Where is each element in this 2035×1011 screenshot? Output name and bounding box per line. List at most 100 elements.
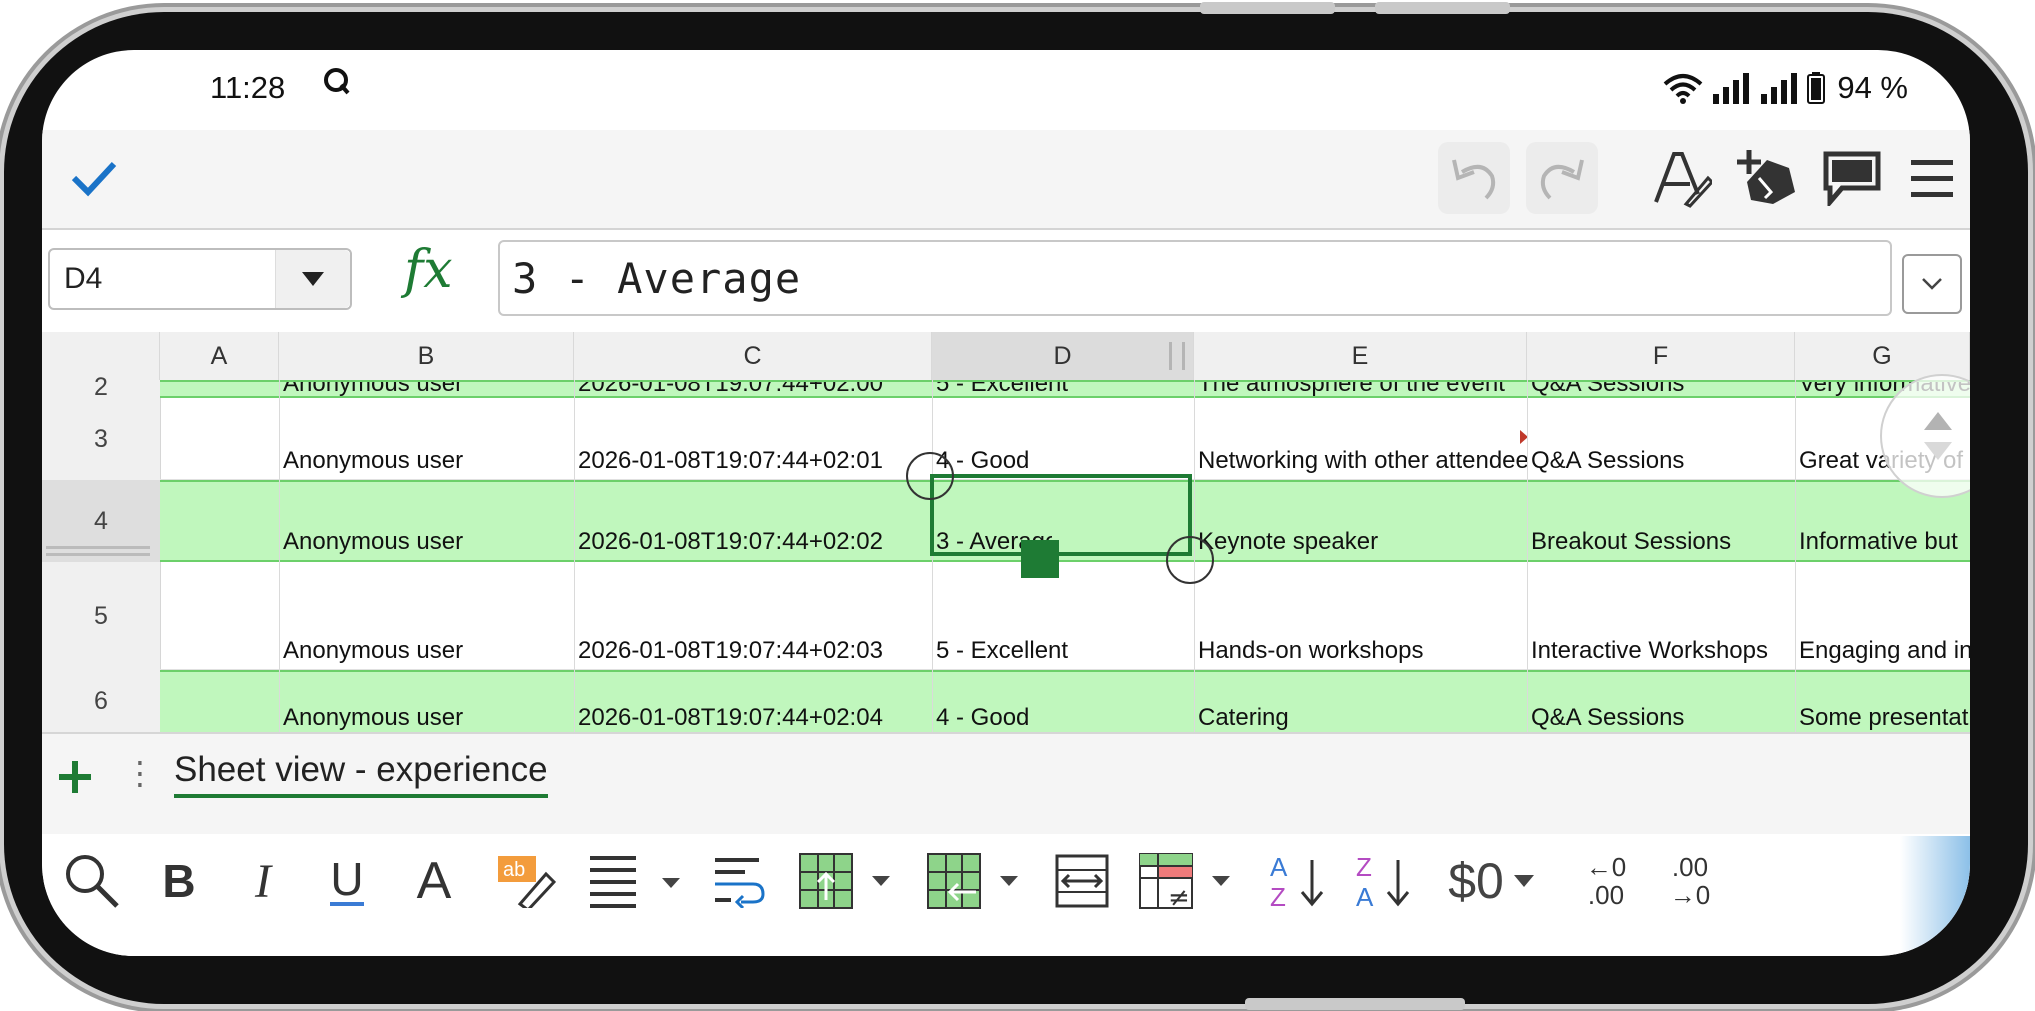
cell-f3[interactable]: Q&A Sessions [1527,447,1795,475]
sort-ascending-button[interactable]: A Z [1268,846,1332,916]
decrease-decimal-button[interactable]: ←0 .00 [1576,846,1636,916]
screen: 11:28 94 % D4 fx 3 - Average A B C D E F… [42,50,1970,956]
cell-c3[interactable]: 2026-01-08T19:07:44+02:01 [574,447,932,475]
sort-za-bottom-letter: A [1356,882,1374,912]
redo-button[interactable] [1526,142,1598,214]
column-header-b[interactable]: B [279,332,574,380]
increase-decimal-top: .00 [1671,852,1709,882]
cell-e6[interactable]: Catering [1194,704,1527,732]
comment-button[interactable] [1816,142,1888,214]
find-button[interactable] [60,846,124,916]
cell-d2[interactable]: 5 - Excellent [932,382,1194,396]
text-edit-button[interactable] [1646,142,1718,214]
insert-row-button[interactable] [798,846,894,916]
underline-button[interactable]: U [322,846,372,916]
table-row-2: Anonymous user 2026-01-08T19:07:44+02:00… [160,380,1970,398]
cell-g6[interactable]: Some presentati [1795,704,1970,732]
conditional-format-button[interactable]: ≠ [1138,846,1234,916]
column-header-d[interactable]: D [932,332,1194,380]
cell-f6[interactable]: Q&A Sessions [1527,704,1795,732]
cell-e4[interactable]: Keynote speaker [1194,528,1527,556]
cell-g4[interactable]: Informative but [1795,528,1970,556]
cell-b6[interactable]: Anonymous user [279,704,574,732]
gridline [1527,380,1528,732]
wrap-text-button[interactable] [712,846,770,916]
cell-c2[interactable]: 2026-01-08T19:07:44+02:00 [574,382,932,396]
selection-handle-start[interactable] [906,452,954,500]
formula-input[interactable]: 3 - Average [498,240,1892,316]
highlight-button[interactable]: ab [494,846,558,916]
cell-b2[interactable]: Anonymous user [279,382,574,396]
cell-b5[interactable]: Anonymous user [279,637,574,665]
cell-c6[interactable]: 2026-01-08T19:07:44+02:04 [574,704,932,732]
cell-c4[interactable]: 2026-01-08T19:07:44+02:02 [574,528,932,556]
undo-button[interactable] [1438,142,1510,214]
wrap-text-icon [715,858,765,908]
fill-handle[interactable] [1021,540,1059,578]
plus-icon [59,761,91,793]
insert-column-button[interactable] [926,846,1022,916]
sort-za-top-letter: Z [1356,852,1372,882]
column-header-e[interactable]: E [1194,332,1527,380]
cell-e3[interactable]: Networking with other attendees [1194,447,1527,475]
caret-down-icon [302,272,324,286]
number-format-button[interactable]: $0 [1442,846,1542,916]
increase-decimal-button[interactable]: .00 →0 [1660,846,1720,916]
formula-value: 3 - Average [512,254,802,303]
add-sheet-button[interactable] [50,752,100,802]
name-box-dropdown[interactable] [275,250,350,308]
sheet-options-icon[interactable]: ⋮ [124,754,156,792]
formula-bar: D4 fx 3 - Average [42,230,1970,330]
cell-g5[interactable]: Engaging and in [1795,637,1970,665]
cell-selection [930,474,1192,556]
cell-d6[interactable]: 4 - Good [932,704,1194,732]
sort-ascending-icon: A Z [1270,852,1324,912]
align-button[interactable] [588,846,684,916]
sort-descending-button[interactable]: Z A [1354,846,1418,916]
cell-e5[interactable]: Hands-on workshops [1194,637,1527,665]
row-header-6[interactable]: 6 [42,670,160,732]
insert-shapes-button[interactable] [1732,142,1804,214]
scroll-button[interactable] [1880,374,1970,498]
column-header-a[interactable]: A [160,332,279,380]
battery-percent: 94 % [1837,70,1908,105]
cell-f2[interactable]: Q&A Sessions [1527,382,1795,396]
bold-button[interactable]: B [150,846,208,916]
sheet-tab-active[interactable]: Sheet view - experience [174,750,548,798]
italic-button[interactable]: I [238,846,288,916]
cell-reference: D4 [64,262,103,295]
undo-icon [1452,159,1496,200]
cell-b4[interactable]: Anonymous user [279,528,574,556]
spreadsheet-grid[interactable]: A B C D E F G 2 3 4 5 6 Anonymous user 2… [42,332,1970,754]
row-header-2[interactable]: 2 [42,375,160,400]
name-box[interactable]: D4 [48,248,352,310]
cell-f4[interactable]: Breakout Sessions [1527,528,1795,556]
caret-down-icon [1513,875,1534,887]
increase-decimal-bottom: →0 [1669,880,1711,910]
bottom-toolbar: B I U A ab ≠ A Z Z A $0 ←0 .00 .00 →0 [42,836,1970,956]
column-resize-handle[interactable] [1169,342,1185,370]
menu-button[interactable] [1896,142,1968,214]
sort-az-bottom-letter: Z [1270,882,1286,912]
expand-formula-button[interactable] [1902,254,1962,314]
column-header-c[interactable]: C [574,332,932,380]
column-header-f[interactable]: F [1527,332,1795,380]
cell-d5[interactable]: 5 - Excellent [932,637,1194,665]
cell-d3[interactable]: 4 - Good [932,447,1194,475]
row-header-3[interactable]: 3 [42,398,160,480]
cell-e2[interactable]: The atmosphere of the event [1194,382,1527,396]
font-color-button[interactable]: A [406,846,462,916]
column-width-button[interactable] [1052,846,1112,916]
selection-handle-end[interactable] [1166,536,1214,584]
table-row-5: Anonymous user 2026-01-08T19:07:44+02:03… [160,562,1970,670]
menu-icon [1911,160,1953,197]
cell-b3[interactable]: Anonymous user [279,447,574,475]
row-resize-handle[interactable] [46,546,150,556]
cell-c5[interactable]: 2026-01-08T19:07:44+02:03 [574,637,932,665]
row-header-5[interactable]: 5 [42,562,160,670]
redo-icon [1540,159,1584,200]
confirm-button[interactable] [58,142,130,214]
column-header-g[interactable]: G [1795,332,1970,380]
table-row-3: Anonymous user 2026-01-08T19:07:44+02:01… [160,398,1970,480]
cell-f5[interactable]: Interactive Workshops [1527,637,1795,665]
